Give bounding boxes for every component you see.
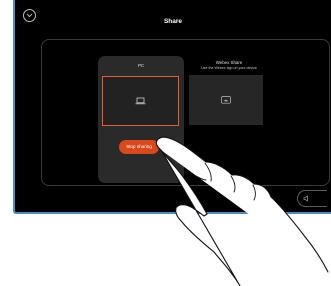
source-label-pc: PC bbox=[137, 63, 145, 68]
webex-preview[interactable] bbox=[189, 75, 263, 125]
source-description-webex: Use the Webex app on your device bbox=[201, 65, 257, 70]
source-card-webex[interactable]: Webex Share Use the Webex app on your de… bbox=[186, 56, 272, 183]
source-label-webex: Webex Share bbox=[215, 60, 243, 65]
source-card-pc[interactable]: PC Stop sharing bbox=[98, 56, 184, 183]
page-title: Share bbox=[163, 18, 183, 25]
cast-icon bbox=[221, 96, 231, 104]
speaker-icon bbox=[303, 195, 308, 202]
stop-sharing-button[interactable]: Stop sharing bbox=[119, 140, 159, 154]
volume-button[interactable] bbox=[297, 190, 327, 207]
touch-panel-screen: Share PC Stop sharing Webex Share Use th… bbox=[13, 0, 331, 214]
pc-preview[interactable] bbox=[102, 76, 179, 126]
laptop-icon bbox=[135, 97, 146, 105]
illustration: Share PC Stop sharing Webex Share Use th… bbox=[0, 0, 331, 286]
